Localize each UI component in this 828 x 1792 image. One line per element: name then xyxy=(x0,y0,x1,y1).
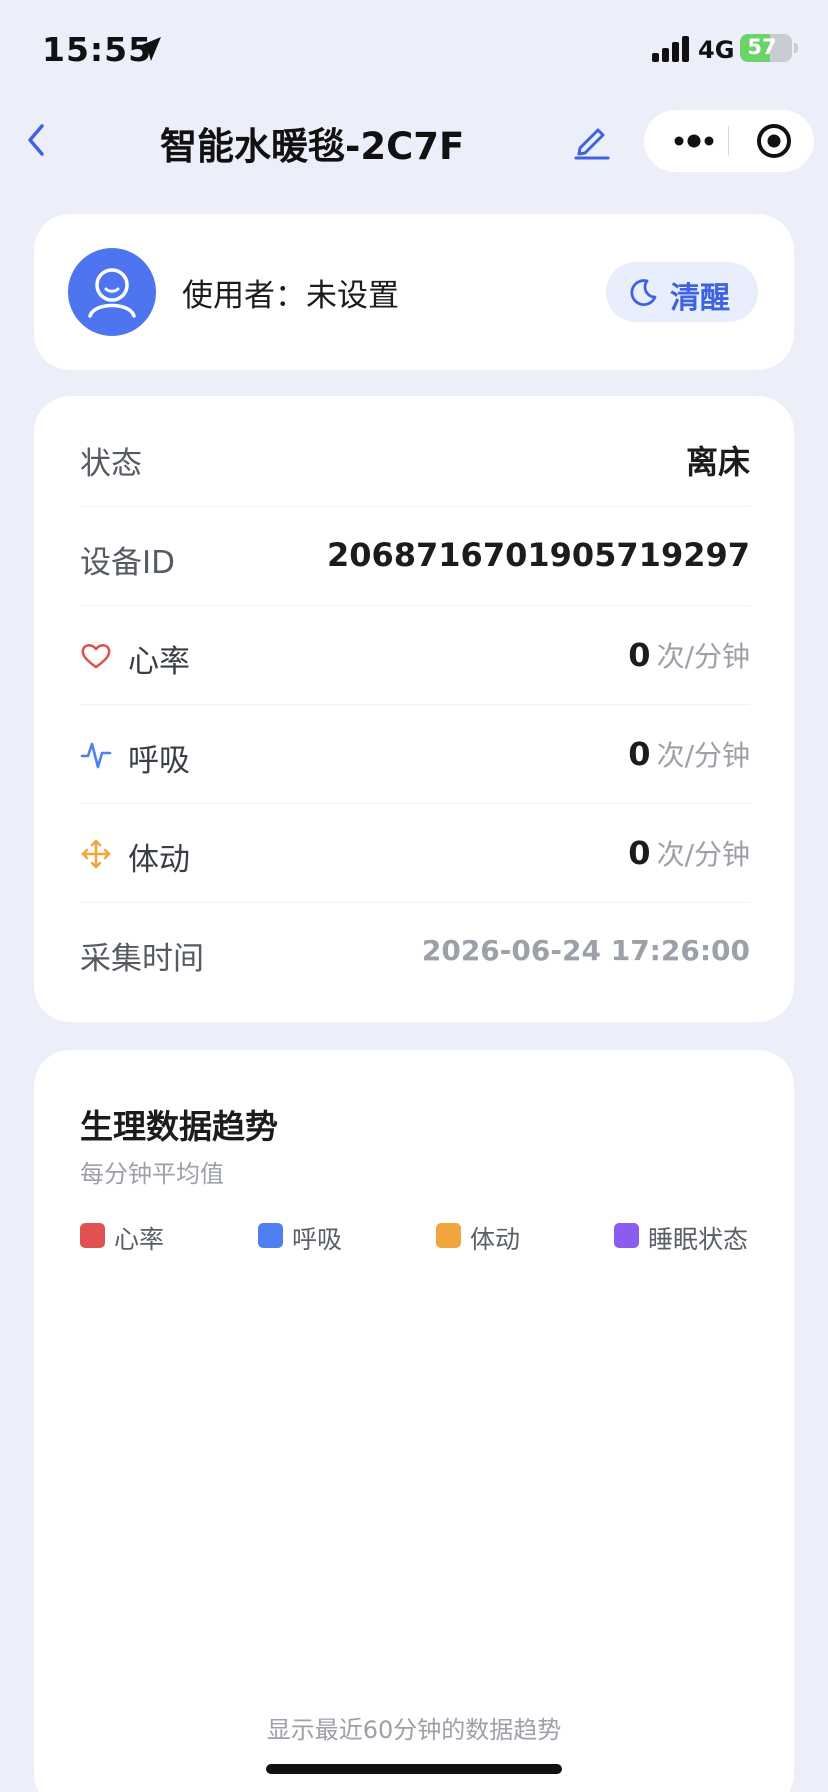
move-arrows-icon xyxy=(81,839,111,869)
page-title: 智能水暖毯-2C7F xyxy=(160,125,465,168)
info-label: 体动 xyxy=(128,842,190,878)
info-label: 设备ID xyxy=(80,545,176,581)
info-label: 状态 xyxy=(80,446,142,482)
info-row-heart-rate: 心率 0 次/分钟 xyxy=(80,606,750,705)
capsule-divider xyxy=(728,126,729,156)
trend-title: 生理数据趋势 xyxy=(80,1107,278,1146)
info-row-status: 状态 离床 xyxy=(80,408,750,507)
moon-icon xyxy=(630,279,657,306)
battery-level: 57 xyxy=(747,35,777,59)
chevron-left-icon[interactable] xyxy=(20,118,52,162)
info-row-collect-time: 采集时间 2026-06-24 17:26:00 xyxy=(80,903,750,1002)
movement-value: 0 次/分钟 xyxy=(628,834,750,872)
legend-label: 体动 xyxy=(470,1225,521,1254)
info-label: 采集时间 xyxy=(80,941,204,977)
status-value: 离床 xyxy=(685,443,750,481)
info-row-movement: 体动 0 次/分钟 xyxy=(80,804,750,903)
user-avatar-icon[interactable] xyxy=(68,248,156,336)
trend-chart-area[interactable] xyxy=(80,1280,750,1710)
sleep-state-button[interactable]: 清醒 xyxy=(606,262,758,322)
legend-label: 心率 xyxy=(114,1225,165,1254)
legend-swatch xyxy=(614,1223,639,1248)
info-label: 呼吸 xyxy=(128,743,190,779)
sleep-state-label: 清醒 xyxy=(670,281,730,316)
collect-time-value: 2026-06-24 17:26:00 xyxy=(421,934,750,967)
location-arrow-icon xyxy=(137,37,161,61)
legend-label: 睡眠状态 xyxy=(648,1225,749,1254)
breathing-value: 0 次/分钟 xyxy=(628,735,750,773)
device-id-value: 2068716701905719297 xyxy=(326,536,750,574)
network-type: 4G xyxy=(698,36,735,64)
info-row-device-id: 设备ID 2068716701905719297 xyxy=(80,507,750,606)
device-info-card: 状态 离床 设备ID 2068716701905719297 心率 0 次/分钟 … xyxy=(34,396,794,1022)
user-label[interactable]: 使用者：未设置 xyxy=(182,270,399,315)
battery-charging-icon: 57 xyxy=(740,34,798,62)
legend-swatch xyxy=(80,1223,105,1248)
info-row-breathing: 呼吸 0 次/分钟 xyxy=(80,705,750,804)
edit-pencil-icon[interactable] xyxy=(572,120,612,160)
legend-swatch xyxy=(258,1223,283,1248)
trend-card: 生理数据趋势 每分钟平均值 心率 呼吸 体动 睡眠状态 显示最近60分钟的数据趋… xyxy=(34,1050,794,1792)
user-card: 使用者：未设置 清醒 xyxy=(34,214,794,370)
legend-label: 呼吸 xyxy=(292,1225,343,1254)
mini-program-capsule xyxy=(644,110,814,172)
info-label: 心率 xyxy=(128,644,190,680)
nav-bar: 智能水暖毯-2C7F xyxy=(0,100,828,180)
heart-rate-value: 0 次/分钟 xyxy=(628,636,750,674)
target-close-icon[interactable] xyxy=(748,110,800,172)
trend-footer: 显示最近60分钟的数据趋势 xyxy=(266,1716,562,1744)
signal-icon xyxy=(652,36,689,62)
pulse-wave-icon xyxy=(80,742,112,769)
status-bar: 15:55 4G 57 xyxy=(0,0,828,100)
trend-subtitle: 每分钟平均值 xyxy=(80,1160,224,1188)
legend-swatch xyxy=(436,1223,461,1248)
home-indicator xyxy=(266,1764,562,1774)
heart-icon xyxy=(81,644,111,669)
more-dots-icon[interactable] xyxy=(664,110,724,172)
